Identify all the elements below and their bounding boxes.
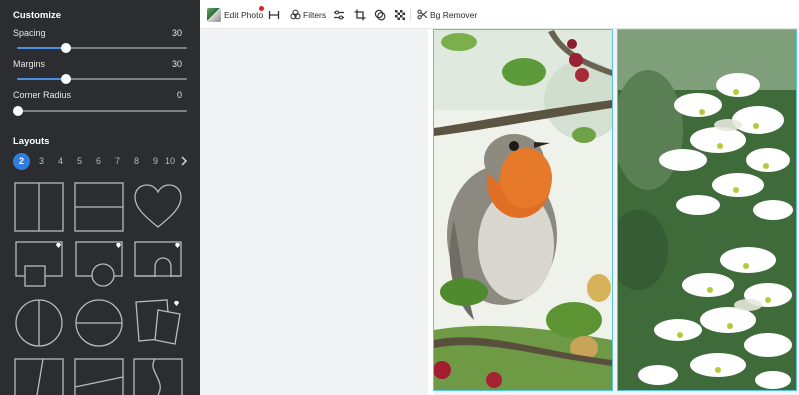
layout-pagination: 2 3 4 5 6 7 8 9 10 bbox=[13, 152, 190, 170]
layout-arch-inset[interactable] bbox=[133, 240, 183, 290]
crop-icon bbox=[354, 9, 366, 20]
page-2[interactable]: 2 bbox=[13, 152, 30, 170]
spacing-slider-thumb[interactable] bbox=[61, 43, 72, 53]
page-5[interactable]: 5 bbox=[70, 156, 89, 166]
layout-circle-inset[interactable] bbox=[74, 240, 124, 290]
adjust-icon bbox=[334, 9, 344, 20]
layout-square-inset[interactable] bbox=[14, 240, 64, 290]
edit-photo-label: Edit Photo bbox=[224, 9, 264, 20]
page-4[interactable]: 4 bbox=[51, 156, 70, 166]
filters-button[interactable]: Filters bbox=[290, 0, 326, 29]
corner-radius-slider-thumb[interactable] bbox=[13, 106, 23, 116]
customize-sidebar: Customize Spacing 30 Margins 30 Corner R… bbox=[0, 0, 200, 395]
notification-dot bbox=[259, 6, 264, 11]
margins-slider[interactable] bbox=[17, 74, 187, 84]
page-8[interactable]: 8 bbox=[127, 156, 146, 166]
page-3[interactable]: 3 bbox=[32, 156, 51, 166]
robin-bird-photo[interactable] bbox=[433, 29, 613, 391]
layout-diagonal-rows[interactable] bbox=[74, 358, 124, 395]
filters-label: Filters bbox=[303, 9, 327, 20]
page-9[interactable]: 9 bbox=[146, 156, 165, 166]
spacing-value: 30 bbox=[171, 28, 182, 38]
customize-title: Customize bbox=[13, 10, 62, 21]
layout-two-rows[interactable] bbox=[74, 182, 124, 232]
page-7[interactable]: 7 bbox=[108, 156, 127, 166]
margins-slider-thumb[interactable] bbox=[61, 74, 72, 84]
corner-radius-value: 0 bbox=[176, 90, 182, 100]
photo-toolbar: Edit Photo Filters Bg Remover bbox=[200, 0, 799, 29]
layout-tilted-cards[interactable] bbox=[133, 298, 183, 348]
margins-label: Margins bbox=[13, 59, 46, 69]
scissors-icon bbox=[417, 9, 428, 20]
crop-button[interactable] bbox=[354, 0, 366, 29]
layout-two-columns[interactable] bbox=[14, 182, 64, 232]
spacing-slider[interactable] bbox=[17, 43, 187, 53]
corner-radius-label: Corner Radius bbox=[13, 90, 72, 100]
page-6[interactable]: 6 bbox=[89, 156, 108, 166]
corner-radius-slider[interactable] bbox=[13, 106, 187, 116]
collage-editor: Customize Spacing 30 Margins 30 Corner R… bbox=[0, 0, 799, 395]
layout-wave-columns[interactable] bbox=[133, 358, 183, 395]
filters-icon bbox=[290, 9, 301, 20]
robin-image bbox=[434, 30, 612, 390]
image-thumbnail-icon bbox=[207, 7, 221, 22]
layout-heart[interactable] bbox=[133, 182, 183, 232]
bg-remover-button[interactable]: Bg Remover bbox=[417, 0, 477, 29]
layouts-title: Layouts bbox=[13, 136, 50, 147]
spacing-slider-fill bbox=[17, 47, 67, 49]
layout-circle-horizontal-split[interactable] bbox=[74, 298, 124, 348]
flowers-image bbox=[618, 30, 796, 390]
premium-diamond-icon bbox=[56, 243, 61, 248]
margins-value: 30 bbox=[171, 59, 182, 69]
edit-photo-button[interactable]: Edit Photo bbox=[207, 0, 263, 29]
layout-diagonal-columns[interactable] bbox=[14, 358, 64, 395]
white-flowers-photo[interactable] bbox=[617, 29, 797, 391]
overlay-icon bbox=[374, 9, 386, 21]
width-resize-button[interactable] bbox=[268, 0, 280, 29]
page-10[interactable]: 10 bbox=[165, 156, 177, 166]
width-resize-icon bbox=[268, 10, 280, 19]
spacing-label: Spacing bbox=[13, 28, 46, 38]
bg-remover-label: Bg Remover bbox=[430, 9, 478, 20]
collage-canvas bbox=[200, 29, 799, 395]
toolbar-divider bbox=[410, 8, 411, 21]
margins-slider-fill bbox=[17, 78, 67, 80]
layout-circle-vertical-split[interactable] bbox=[14, 298, 64, 348]
transparency-button[interactable] bbox=[394, 0, 406, 29]
adjust-button[interactable] bbox=[333, 0, 345, 29]
transparency-icon bbox=[395, 9, 405, 20]
chevron-right-icon[interactable] bbox=[178, 155, 190, 167]
overlay-button[interactable] bbox=[374, 0, 386, 29]
